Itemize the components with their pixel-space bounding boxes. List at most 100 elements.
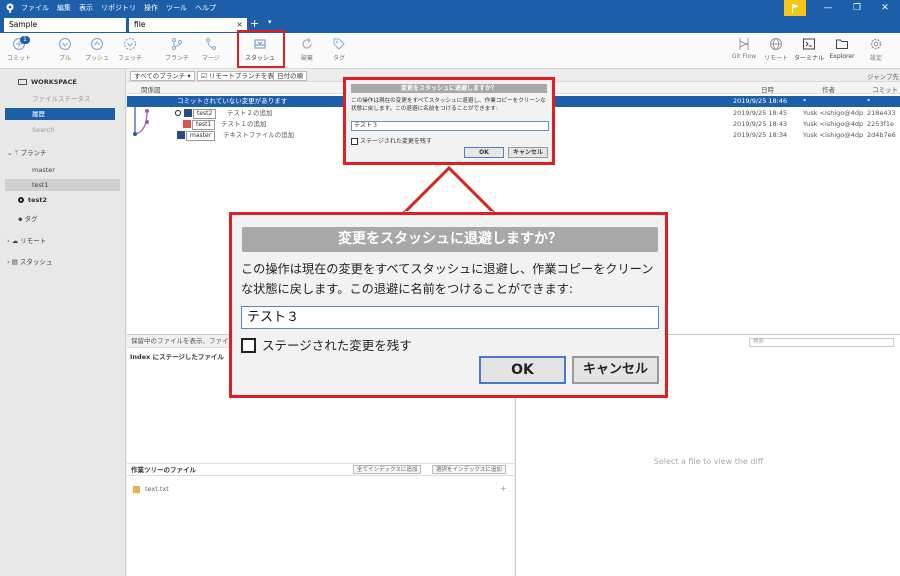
cancel-button[interactable]: キャンセル bbox=[572, 356, 659, 384]
ok-button[interactable]: OK bbox=[464, 147, 504, 158]
terminal-label: ターミナル bbox=[793, 55, 824, 62]
gitflow-button[interactable]: Git Flow bbox=[727, 37, 761, 60]
cancel-button[interactable]: キャンセル bbox=[508, 147, 548, 158]
commit-button[interactable]: コミット bbox=[2, 37, 36, 62]
commit-desc: テキストファイルの追加 bbox=[223, 131, 295, 139]
sidebar-remote-header[interactable]: › ☁ リモート bbox=[0, 235, 126, 247]
commit-desc: テスト２の追加 bbox=[227, 109, 273, 117]
ok-button[interactable]: OK bbox=[479, 356, 566, 384]
push-button[interactable]: プッシュ bbox=[80, 37, 114, 62]
maximize-button[interactable]: ❐ bbox=[843, 0, 871, 16]
sidebar-tags-header[interactable]: ⬥ タグ bbox=[0, 213, 126, 225]
fetch-label: フェッチ bbox=[117, 55, 142, 62]
worktree-file-row[interactable]: text.txt bbox=[133, 485, 169, 493]
sidebar-branches-header[interactable]: ⌄ ᛘ ブランチ bbox=[0, 147, 126, 159]
tab-file[interactable]: file × bbox=[129, 18, 247, 32]
tab-label: Sample bbox=[9, 20, 38, 29]
order-dropdown[interactable]: 日付の順 bbox=[273, 71, 307, 81]
branch-filter-dropdown[interactable]: すべてのブランチ ▾ bbox=[130, 71, 195, 81]
merge-label: マージ bbox=[202, 55, 220, 62]
menu-actions[interactable]: 操作 bbox=[144, 3, 158, 13]
col-graph[interactable]: 関係図 bbox=[141, 84, 161, 94]
flag-icon bbox=[791, 3, 799, 13]
commit-date: 2019/9/25 18:34 bbox=[733, 131, 788, 139]
remote-button[interactable]: リモート bbox=[759, 37, 793, 62]
col-date[interactable]: 日時 bbox=[761, 84, 774, 94]
branch-tag-icon bbox=[183, 120, 191, 128]
title-bar: ファイル 編集 表示 リポジトリ 操作 ツール ヘルプ — ❐ ✕ bbox=[0, 0, 900, 16]
menu-view[interactable]: 表示 bbox=[79, 3, 93, 13]
tab-bar: Sample file × + ▾ bbox=[0, 16, 900, 33]
pull-label: プル bbox=[58, 55, 71, 62]
jump-to-label[interactable]: ジャンプ先 bbox=[867, 71, 899, 81]
commit-author: Yusk <ishigo@4dp bbox=[803, 120, 864, 128]
col-author[interactable]: 作者 bbox=[822, 84, 835, 94]
commit-hash: * bbox=[867, 97, 871, 105]
sidebar-item-master[interactable]: master bbox=[0, 164, 126, 176]
close-window-button[interactable]: ✕ bbox=[871, 0, 899, 16]
explorer-label: Explorer bbox=[829, 53, 855, 60]
dialog-title: 変更をスタッシュに退避しますか？ bbox=[351, 84, 547, 93]
commit-date: 2019/9/25 18:46 bbox=[733, 97, 788, 105]
diff-search-input[interactable]: 検索 bbox=[749, 338, 894, 347]
notification-flag-button[interactable] bbox=[784, 0, 806, 16]
commit-date: 2019/9/25 18:45 bbox=[733, 109, 788, 117]
commit-author: * bbox=[803, 97, 807, 105]
tag-small-icon: ⬥ bbox=[18, 215, 23, 223]
stage-selected-button[interactable]: 選択をインデックスに追加 bbox=[432, 465, 506, 474]
tab-menu-button[interactable]: ▾ bbox=[268, 18, 272, 26]
discard-button[interactable]: 破棄 bbox=[290, 37, 324, 62]
minimize-icon: — bbox=[823, 3, 833, 13]
sidebar-item-file-status[interactable]: ファイルステータス bbox=[0, 93, 126, 105]
branch-tag-icon bbox=[184, 109, 192, 117]
minimize-button[interactable]: — bbox=[814, 0, 842, 16]
dialog-title: 変更をスタッシュに退避しますか？ bbox=[242, 227, 658, 252]
dialog-message: この操作は現在の変更をすべてスタッシュに退避し、作業コピーをクリーンな状態に戻し… bbox=[351, 98, 546, 112]
file-name: text.txt bbox=[145, 485, 169, 493]
explorer-button[interactable]: Explorer bbox=[825, 37, 859, 60]
terminal-button[interactable]: ターミナル bbox=[792, 37, 826, 62]
file-modified-icon bbox=[133, 485, 140, 493]
gitflow-label: Git Flow bbox=[731, 53, 757, 60]
menu-file[interactable]: ファイル bbox=[21, 3, 49, 13]
menu-tools[interactable]: ツール bbox=[166, 3, 187, 13]
commit-hash: 2d4b7e6 bbox=[867, 131, 896, 139]
branch-tag-icon bbox=[177, 131, 185, 139]
stage-all-button[interactable]: 全てインデックスに追加 bbox=[353, 465, 422, 474]
stash-name-input[interactable]: テスト３ bbox=[351, 121, 549, 131]
pull-button[interactable]: プル bbox=[48, 37, 82, 62]
new-tab-button[interactable]: + bbox=[250, 17, 259, 30]
toolbar: コミット 1 プル プッシュ フェッチ ブランチ マージ スタッシュ 破棄 タグ… bbox=[0, 33, 900, 69]
chevron-right-icon: › bbox=[7, 258, 10, 266]
sidebar-item-test2[interactable]: test2 bbox=[0, 194, 126, 206]
discard-label: 破棄 bbox=[300, 55, 313, 62]
merge-icon bbox=[206, 38, 216, 50]
tag-button[interactable]: タグ bbox=[322, 37, 356, 62]
sidebar-item-history[interactable]: 履歴 bbox=[5, 108, 115, 120]
keep-staged-checkbox[interactable]: ステージされた変更を残す bbox=[241, 337, 412, 355]
stash-highlight-box bbox=[237, 30, 285, 68]
stash-name-input[interactable]: テスト３ bbox=[241, 306, 659, 329]
tab-sample[interactable]: Sample bbox=[4, 18, 126, 32]
show-remote-checkbox[interactable]: ☑ リモートブランチを表示 bbox=[197, 71, 285, 81]
sidebar-item-search[interactable]: Search bbox=[0, 124, 126, 136]
terminal-icon bbox=[803, 38, 815, 50]
tag-icon bbox=[333, 38, 345, 50]
menu-repository[interactable]: リポジトリ bbox=[101, 3, 136, 13]
branch-button[interactable]: ブランチ bbox=[160, 37, 194, 62]
merge-button[interactable]: マージ bbox=[194, 37, 228, 62]
menu-help[interactable]: ヘルプ bbox=[195, 3, 216, 13]
sidebar-stash-header[interactable]: › ▤ スタッシュ bbox=[0, 256, 126, 268]
dialog-message: この操作は現在の変更をすべてスタッシュに退避し、作業コピーをクリーンな状態に戻し… bbox=[241, 262, 654, 296]
settings-button[interactable]: 設定 bbox=[859, 37, 893, 62]
close-icon: ✕ bbox=[881, 3, 889, 13]
commit-desc: コミットされていない変更があります bbox=[177, 97, 288, 105]
staged-files-header: Index にステージしたファイル bbox=[130, 353, 224, 361]
sidebar-item-test1[interactable]: test1 bbox=[5, 179, 120, 191]
menu-edit[interactable]: 編集 bbox=[57, 3, 71, 13]
fetch-button[interactable]: フェッチ bbox=[113, 37, 147, 62]
keep-staged-checkbox[interactable]: ステージされた変更を残す bbox=[351, 136, 432, 145]
push-icon bbox=[90, 37, 104, 51]
col-commit[interactable]: コミット bbox=[872, 84, 898, 94]
stage-file-plus-icon[interactable]: + bbox=[500, 484, 507, 493]
